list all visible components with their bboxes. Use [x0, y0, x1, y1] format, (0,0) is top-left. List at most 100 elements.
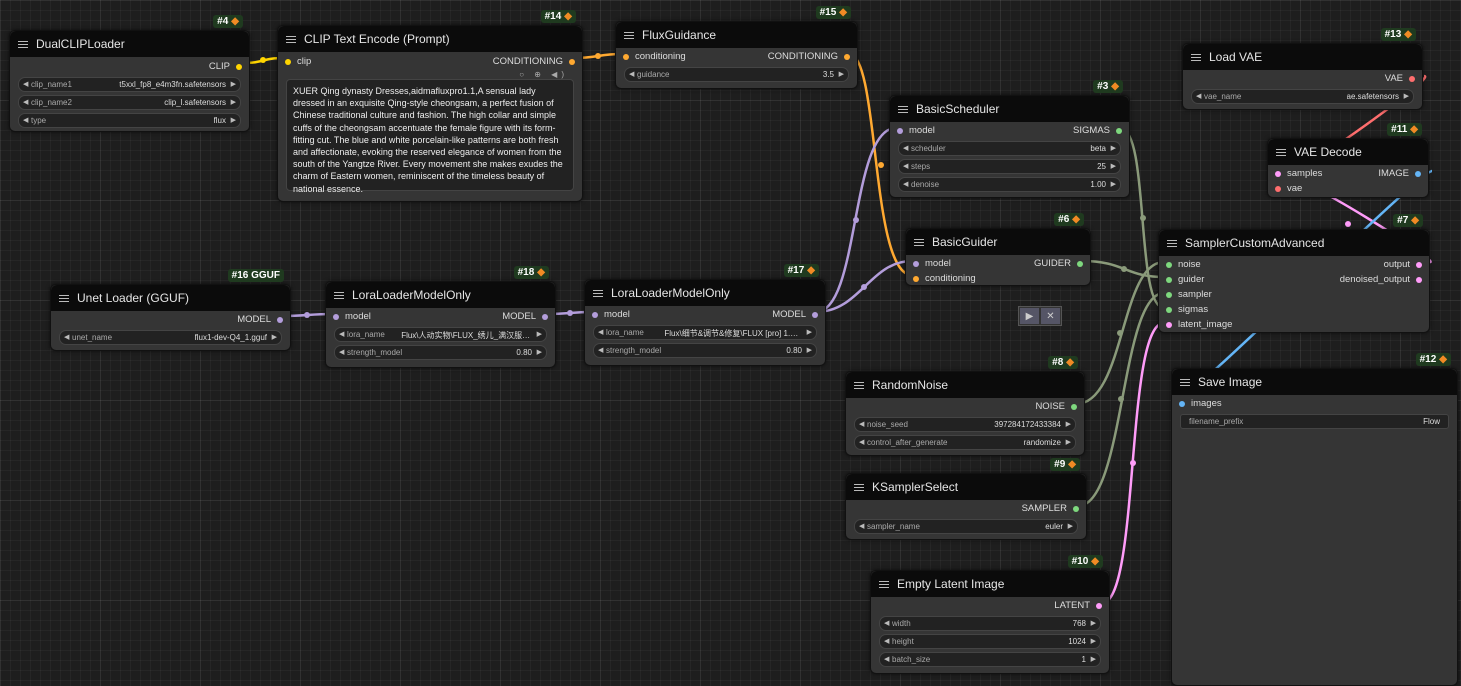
- node-empty-latent-image[interactable]: #10 ◆ Empty Latent Image LATENT ◀ width 768…: [870, 555, 1110, 674]
- output-slot-denoised-output[interactable]: [1416, 277, 1422, 283]
- node-lora-loader-2[interactable]: #17 ◆ LoraLoaderModelOnly model MODEL ◀ lo…: [584, 264, 826, 366]
- input-slot-conditioning[interactable]: [623, 54, 629, 60]
- menu-icon[interactable]: [854, 381, 864, 389]
- output-label-model: MODEL: [772, 309, 806, 320]
- menu-icon[interactable]: [914, 238, 924, 246]
- widget-sampler-name[interactable]: ◀ sampler_name euler ▶: [854, 519, 1078, 534]
- output-slot-output[interactable]: [1416, 262, 1422, 268]
- input-slot-model[interactable]: [913, 261, 919, 267]
- menu-icon[interactable]: [1191, 53, 1201, 61]
- input-slot-model[interactable]: [333, 314, 339, 320]
- output-slot-guider[interactable]: [1077, 261, 1083, 267]
- widget-clip-name1[interactable]: ◀ clip_name1 t5xxl_fp8_e4m3fn.safetensors ▶: [18, 77, 241, 92]
- output-slot-latent[interactable]: [1096, 603, 1102, 609]
- widget-unet-name[interactable]: ◀ unet_name flux1-dev-Q4_1.gguf ▶: [59, 330, 282, 345]
- output-label-noise: NOISE: [1035, 401, 1065, 412]
- output-slot-image[interactable]: [1415, 171, 1421, 177]
- node-fluxguidance[interactable]: #15 ◆ FluxGuidance conditioning CONDITION…: [615, 6, 858, 89]
- widget-width[interactable]: ◀ width 768 ▶: [879, 616, 1101, 631]
- menu-icon[interactable]: [1180, 378, 1190, 386]
- widget-height[interactable]: ◀ height 1024 ▶: [879, 634, 1101, 649]
- node-samplercustomadvanced[interactable]: #7 ◆ SamplerCustomAdvanced noise output g…: [1158, 214, 1430, 333]
- widget-steps[interactable]: ◀ steps 25 ▶: [898, 159, 1121, 174]
- input-slot-sigmas[interactable]: [1166, 307, 1172, 313]
- input-label-sigmas: sigmas: [1178, 304, 1209, 315]
- fox-icon: ◆: [1404, 29, 1412, 40]
- wire-noise-mid: [1117, 330, 1123, 336]
- widget-clip-name2[interactable]: ◀ clip_name2 clip_l.safetensors ▶: [18, 95, 241, 110]
- node-save-image[interactable]: #12 ◆ Save Image images filename_prefix Fl…: [1171, 353, 1458, 686]
- input-slot-clip[interactable]: [285, 59, 291, 65]
- menu-icon[interactable]: [286, 35, 296, 43]
- input-slot-sampler[interactable]: [1166, 292, 1172, 298]
- menu-icon[interactable]: [624, 31, 634, 39]
- widget-noise-seed[interactable]: ◀ noise_seed 397284172433384 ▶: [854, 417, 1076, 432]
- menu-icon[interactable]: [854, 483, 864, 491]
- node-badge: #14 ◆: [540, 10, 576, 23]
- input-slot-latent-image[interactable]: [1166, 322, 1172, 328]
- close-icon[interactable]: ✕: [1041, 308, 1060, 324]
- output-slot-noise[interactable]: [1071, 404, 1077, 410]
- output-slot-sampler[interactable]: [1073, 506, 1079, 512]
- widget-lora-name[interactable]: ◀ lora_name Flux\细节&调节&修复\FLUX [pro] 1.1 S…: [593, 325, 817, 340]
- widget-guidance[interactable]: ◀ guidance 3.5 ▶: [624, 67, 849, 82]
- input-slot-samples[interactable]: [1275, 171, 1281, 177]
- input-slot-model[interactable]: [897, 128, 903, 134]
- output-label-latent: LATENT: [1054, 600, 1090, 611]
- widget-scheduler[interactable]: ◀ scheduler beta ▶: [898, 141, 1121, 156]
- node-title: KSamplerSelect: [872, 480, 959, 494]
- menu-icon[interactable]: [898, 105, 908, 113]
- node-lora-loader-1[interactable]: #18 ◆ LoraLoaderModelOnly model MODEL ◀ lo…: [325, 266, 556, 368]
- menu-icon[interactable]: [1276, 148, 1286, 156]
- widget-denoise[interactable]: ◀ denoise 1.00 ▶: [898, 177, 1121, 192]
- output-label-image: IMAGE: [1378, 168, 1409, 179]
- output-slot-model[interactable]: [542, 314, 548, 320]
- widget-strength-model[interactable]: ◀ strength_model 0.80 ▶: [334, 345, 547, 360]
- input-slot-images[interactable]: [1179, 401, 1185, 407]
- widget-batch-size[interactable]: ◀ batch_size 1 ▶: [879, 652, 1101, 667]
- node-basicscheduler[interactable]: #3 ◆ BasicScheduler model SIGMAS ◀ schedul…: [889, 80, 1130, 198]
- output-slot-model[interactable]: [277, 317, 283, 323]
- menu-icon[interactable]: [59, 294, 69, 302]
- fox-icon: ◆: [1439, 354, 1447, 365]
- input-slot-conditioning[interactable]: [913, 276, 919, 282]
- widget-strength-model[interactable]: ◀ strength_model 0.80 ▶: [593, 343, 817, 358]
- input-label-guider: guider: [1178, 274, 1205, 285]
- output-slot-clip[interactable]: [236, 64, 242, 70]
- widget-lora-name[interactable]: ◀lora_nameFlux\人动实物\FLUX_绣儿_满汉服饰_V1_...▶: [334, 327, 547, 342]
- prompt-textarea[interactable]: XUER Qing dynasty Dresses,aidmafluxpro1.…: [286, 79, 574, 194]
- wire-sampler-mid: [1118, 396, 1124, 402]
- widget-filename-prefix[interactable]: filename_prefix Flow: [1180, 414, 1449, 429]
- output-slot-sigmas[interactable]: [1116, 128, 1122, 134]
- menu-icon[interactable]: [879, 580, 889, 588]
- input-slot-guider[interactable]: [1166, 277, 1172, 283]
- input-label-latent-image: latent_image: [1178, 319, 1233, 330]
- widget-control-after-generate[interactable]: ◀ control_after_generate randomize ▶: [854, 435, 1076, 450]
- status-icons: ○ ⊕ ◀): [519, 70, 568, 79]
- node-randomnoise[interactable]: #8 ◆ RandomNoise NOISE ◀ noise_seed 3972841…: [845, 356, 1085, 456]
- node-vae-decode[interactable]: #11 ◆ VAE Decode samples IMAGE vae: [1267, 123, 1429, 198]
- node-load-vae[interactable]: #13 ◆ Load VAE VAE ◀ vae_name ae.safetensor…: [1182, 28, 1423, 110]
- node-ksamplerselect[interactable]: #9 ◆ KSamplerSelect SAMPLER ◀ sampler_name…: [845, 458, 1087, 540]
- input-slot-model[interactable]: [592, 312, 598, 318]
- output-slot-vae[interactable]: [1409, 76, 1415, 82]
- output-slot-model[interactable]: [812, 312, 818, 318]
- widget-type[interactable]: ◀ type flux ▶: [18, 113, 241, 128]
- wire-cond-2-mid: [878, 162, 884, 168]
- menu-icon[interactable]: [334, 291, 344, 299]
- output-slot-conditioning[interactable]: [569, 59, 575, 65]
- node-dualcliploader[interactable]: #4 ◆ DualCLIPLoader CLIP ◀ clip_name1 t5xxl…: [9, 15, 250, 132]
- node-badge: #17 ◆: [783, 264, 819, 277]
- node-clip-text-encode[interactable]: #14 ◆ CLIP Text Encode (Prompt) clip COND…: [277, 10, 583, 202]
- node-unet-loader-gguf[interactable]: #16 GGUF Unet Loader (GGUF) MODEL ◀ unet_…: [50, 269, 291, 351]
- widget-vae-name[interactable]: ◀ vae_name ae.safetensors ▶: [1191, 89, 1414, 104]
- play-icon[interactable]: ▶: [1020, 308, 1039, 324]
- node-title: SamplerCustomAdvanced: [1185, 236, 1325, 250]
- menu-icon[interactable]: [593, 289, 603, 297]
- input-slot-noise[interactable]: [1166, 262, 1172, 268]
- node-basicguider[interactable]: #6 ◆ BasicGuider model GUIDER conditionin…: [905, 213, 1091, 286]
- menu-icon[interactable]: [18, 40, 28, 48]
- menu-icon[interactable]: [1167, 239, 1177, 247]
- output-slot-conditioning[interactable]: [844, 54, 850, 60]
- input-slot-vae[interactable]: [1275, 186, 1281, 192]
